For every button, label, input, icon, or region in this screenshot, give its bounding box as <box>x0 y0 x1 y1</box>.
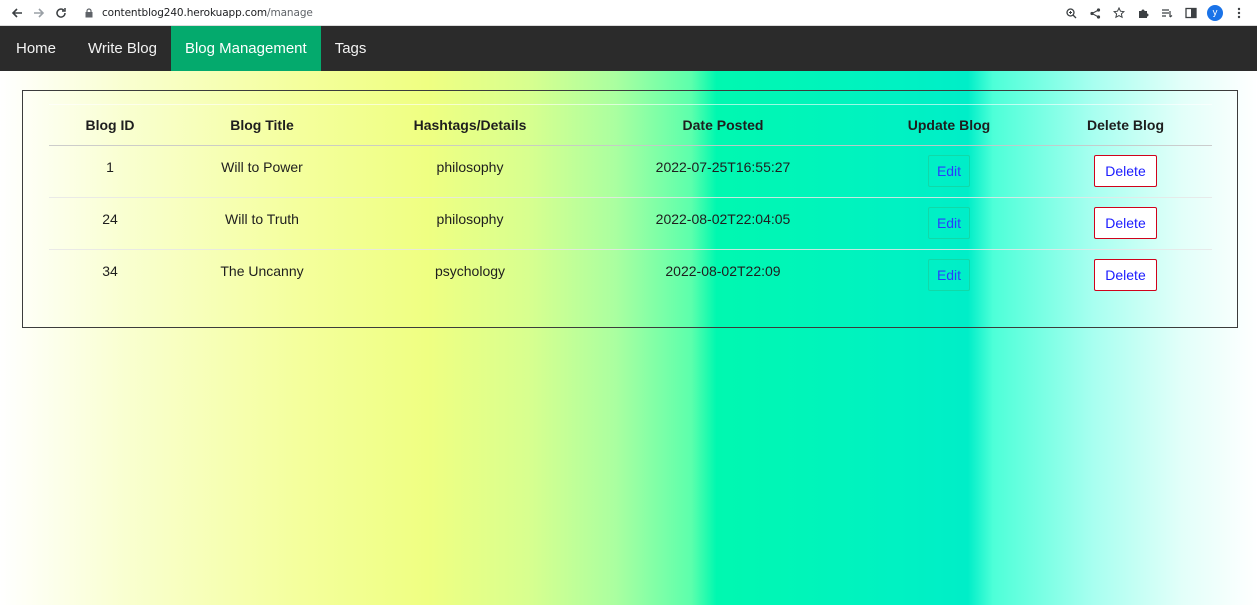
cell-update: Edit <box>859 250 1039 302</box>
cell-blog-id: 1 <box>106 159 114 175</box>
address-bar[interactable]: contentblog240.herokuapp.com/manage <box>82 2 313 24</box>
cell-blog-id: 34 <box>102 263 118 279</box>
side-panel-icon[interactable] <box>1179 2 1203 24</box>
url-path: /manage <box>267 6 313 19</box>
profile-avatar[interactable]: y <box>1203 2 1227 24</box>
header-blog-id: Blog ID <box>49 104 171 146</box>
lock-icon <box>82 7 96 18</box>
blog-table: Blog ID Blog Title Hashtags/Details Date… <box>49 104 1212 302</box>
cell-date-posted: 2022-08-02T22:04:05 <box>655 211 791 227</box>
header-blog-title: Blog Title <box>171 104 353 146</box>
cell-update: Edit <box>859 146 1039 198</box>
cell-blog-id: 24 <box>102 211 118 227</box>
cell-date-posted: 2022-08-02T22:09 <box>665 263 781 279</box>
page-body: Blog ID Blog Title Hashtags/Details Date… <box>0 71 1257 605</box>
edit-button[interactable]: Edit <box>927 155 971 187</box>
reload-icon[interactable] <box>50 2 72 24</box>
cell-delete: Delete <box>1039 198 1212 250</box>
url-text: contentblog240.herokuapp.com/manage <box>102 7 313 19</box>
zoom-icon[interactable] <box>1059 2 1083 24</box>
header-hashtags: Hashtags/Details <box>353 104 587 146</box>
header-delete-blog: Delete Blog <box>1039 104 1212 146</box>
delete-button[interactable]: Delete <box>1094 155 1157 187</box>
nav-tags[interactable]: Tags <box>321 26 381 71</box>
menu-icon[interactable] <box>1227 2 1251 24</box>
table-header-row: Blog ID Blog Title Hashtags/Details Date… <box>49 104 1212 146</box>
browser-toolbar: contentblog240.herokuapp.com/manage y <box>0 0 1257 26</box>
cell-hashtags: philosophy <box>436 159 504 175</box>
edit-button[interactable]: Edit <box>927 259 971 291</box>
cell-update: Edit <box>859 198 1039 250</box>
table-row: 24 Will to Truth philosophy 2022-08-02T2… <box>49 198 1212 250</box>
delete-button[interactable]: Delete <box>1094 207 1157 239</box>
header-date-posted: Date Posted <box>587 104 859 146</box>
cell-blog-title: Will to Power <box>221 159 303 175</box>
share-icon[interactable] <box>1083 2 1107 24</box>
main-nav: Home Write Blog Blog Management Tags <box>0 26 1257 71</box>
url-host: contentblog240.herokuapp.com <box>102 6 268 19</box>
extensions-icon[interactable] <box>1131 2 1155 24</box>
star-icon[interactable] <box>1107 2 1131 24</box>
nav-blog-management[interactable]: Blog Management <box>170 26 321 71</box>
edit-button[interactable]: Edit <box>927 207 971 239</box>
back-icon[interactable] <box>6 2 28 24</box>
cell-blog-title: Will to Truth <box>225 211 299 227</box>
cell-hashtags: philosophy <box>436 211 504 227</box>
table-row: 34 The Uncanny psychology 2022-08-02T22:… <box>49 250 1212 302</box>
reading-list-icon[interactable] <box>1155 2 1179 24</box>
nav-home[interactable]: Home <box>0 26 74 71</box>
delete-button[interactable]: Delete <box>1094 259 1157 291</box>
forward-icon[interactable] <box>28 2 50 24</box>
header-update-blog: Update Blog <box>859 104 1039 146</box>
nav-write-blog[interactable]: Write Blog <box>74 26 171 71</box>
cell-hashtags: psychology <box>434 263 506 279</box>
cell-blog-title: The Uncanny <box>220 263 304 279</box>
cell-date-posted: 2022-07-25T16:55:27 <box>655 159 791 175</box>
table-row: 1 Will to Power philosophy 2022-07-25T16… <box>49 146 1212 198</box>
cell-delete: Delete <box>1039 146 1212 198</box>
cell-delete: Delete <box>1039 250 1212 302</box>
blog-table-container: Blog ID Blog Title Hashtags/Details Date… <box>22 90 1238 328</box>
avatar: y <box>1207 5 1223 21</box>
